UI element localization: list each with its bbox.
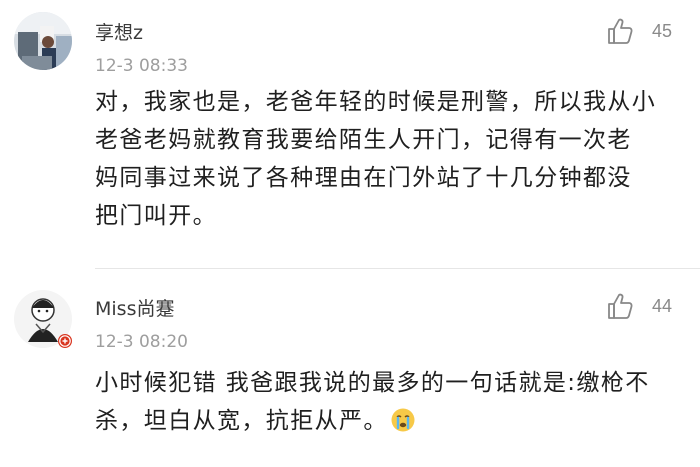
like-count: 45 xyxy=(651,20,672,41)
comment-text-line: 小时候犯错 我爸跟我说的最多的一句话就是:缴枪不 xyxy=(95,370,650,396)
timestamp: 12-3 08:33 xyxy=(95,56,188,76)
username[interactable]: 享想z xyxy=(95,18,143,45)
comment-text-line: 老爸老妈就教育我要给陌生人开门，记得有一次老 xyxy=(95,127,632,153)
user-avatar[interactable] xyxy=(14,12,72,70)
comment-text-line: 妈同事过来说了各种理由在门外站了十几分钟都没 xyxy=(95,165,632,191)
comment-text: 小时候犯错 我爸跟我说的最多的一句话就是:缴枪不 杀，坦白从宽，抗拒从严。 xyxy=(95,364,665,440)
like-count: 44 xyxy=(651,295,672,316)
like-button[interactable]: 45 xyxy=(606,15,672,47)
comment-item: Miss尚蹇 12-3 08:20 44 小时候犯错 我爸跟我说的最多的一句话就… xyxy=(0,268,700,467)
comment-text-line: 把门叫开。 xyxy=(95,203,217,229)
thumbs-up-icon xyxy=(608,293,633,319)
comment-item: 享想z 12-3 08:33 45 对，我家也是，老爸年轻的时候是刑警，所以我从… xyxy=(0,0,700,268)
crying-face-emoji-icon xyxy=(391,408,415,432)
comment-text-line-content: 杀，坦白从宽，抗拒从严。 xyxy=(95,408,388,434)
thumbs-up-icon xyxy=(608,18,633,44)
user-photo-avatar-icon xyxy=(14,12,72,70)
comment-text-line: 杀，坦白从宽，抗拒从严。 xyxy=(95,402,665,440)
username[interactable]: Miss尚蹇 xyxy=(95,294,174,321)
comment-text: 对，我家也是，老爸年轻的时候是刑警，所以我从小 老爸老妈就教育我要给陌生人开门，… xyxy=(95,83,665,235)
timestamp: 12-3 08:20 xyxy=(95,332,188,352)
verified-badge-icon xyxy=(58,334,72,348)
like-button[interactable]: 44 xyxy=(606,290,672,322)
comment-text-line: 对，我家也是，老爸年轻的时候是刑警，所以我从小 xyxy=(95,89,657,115)
